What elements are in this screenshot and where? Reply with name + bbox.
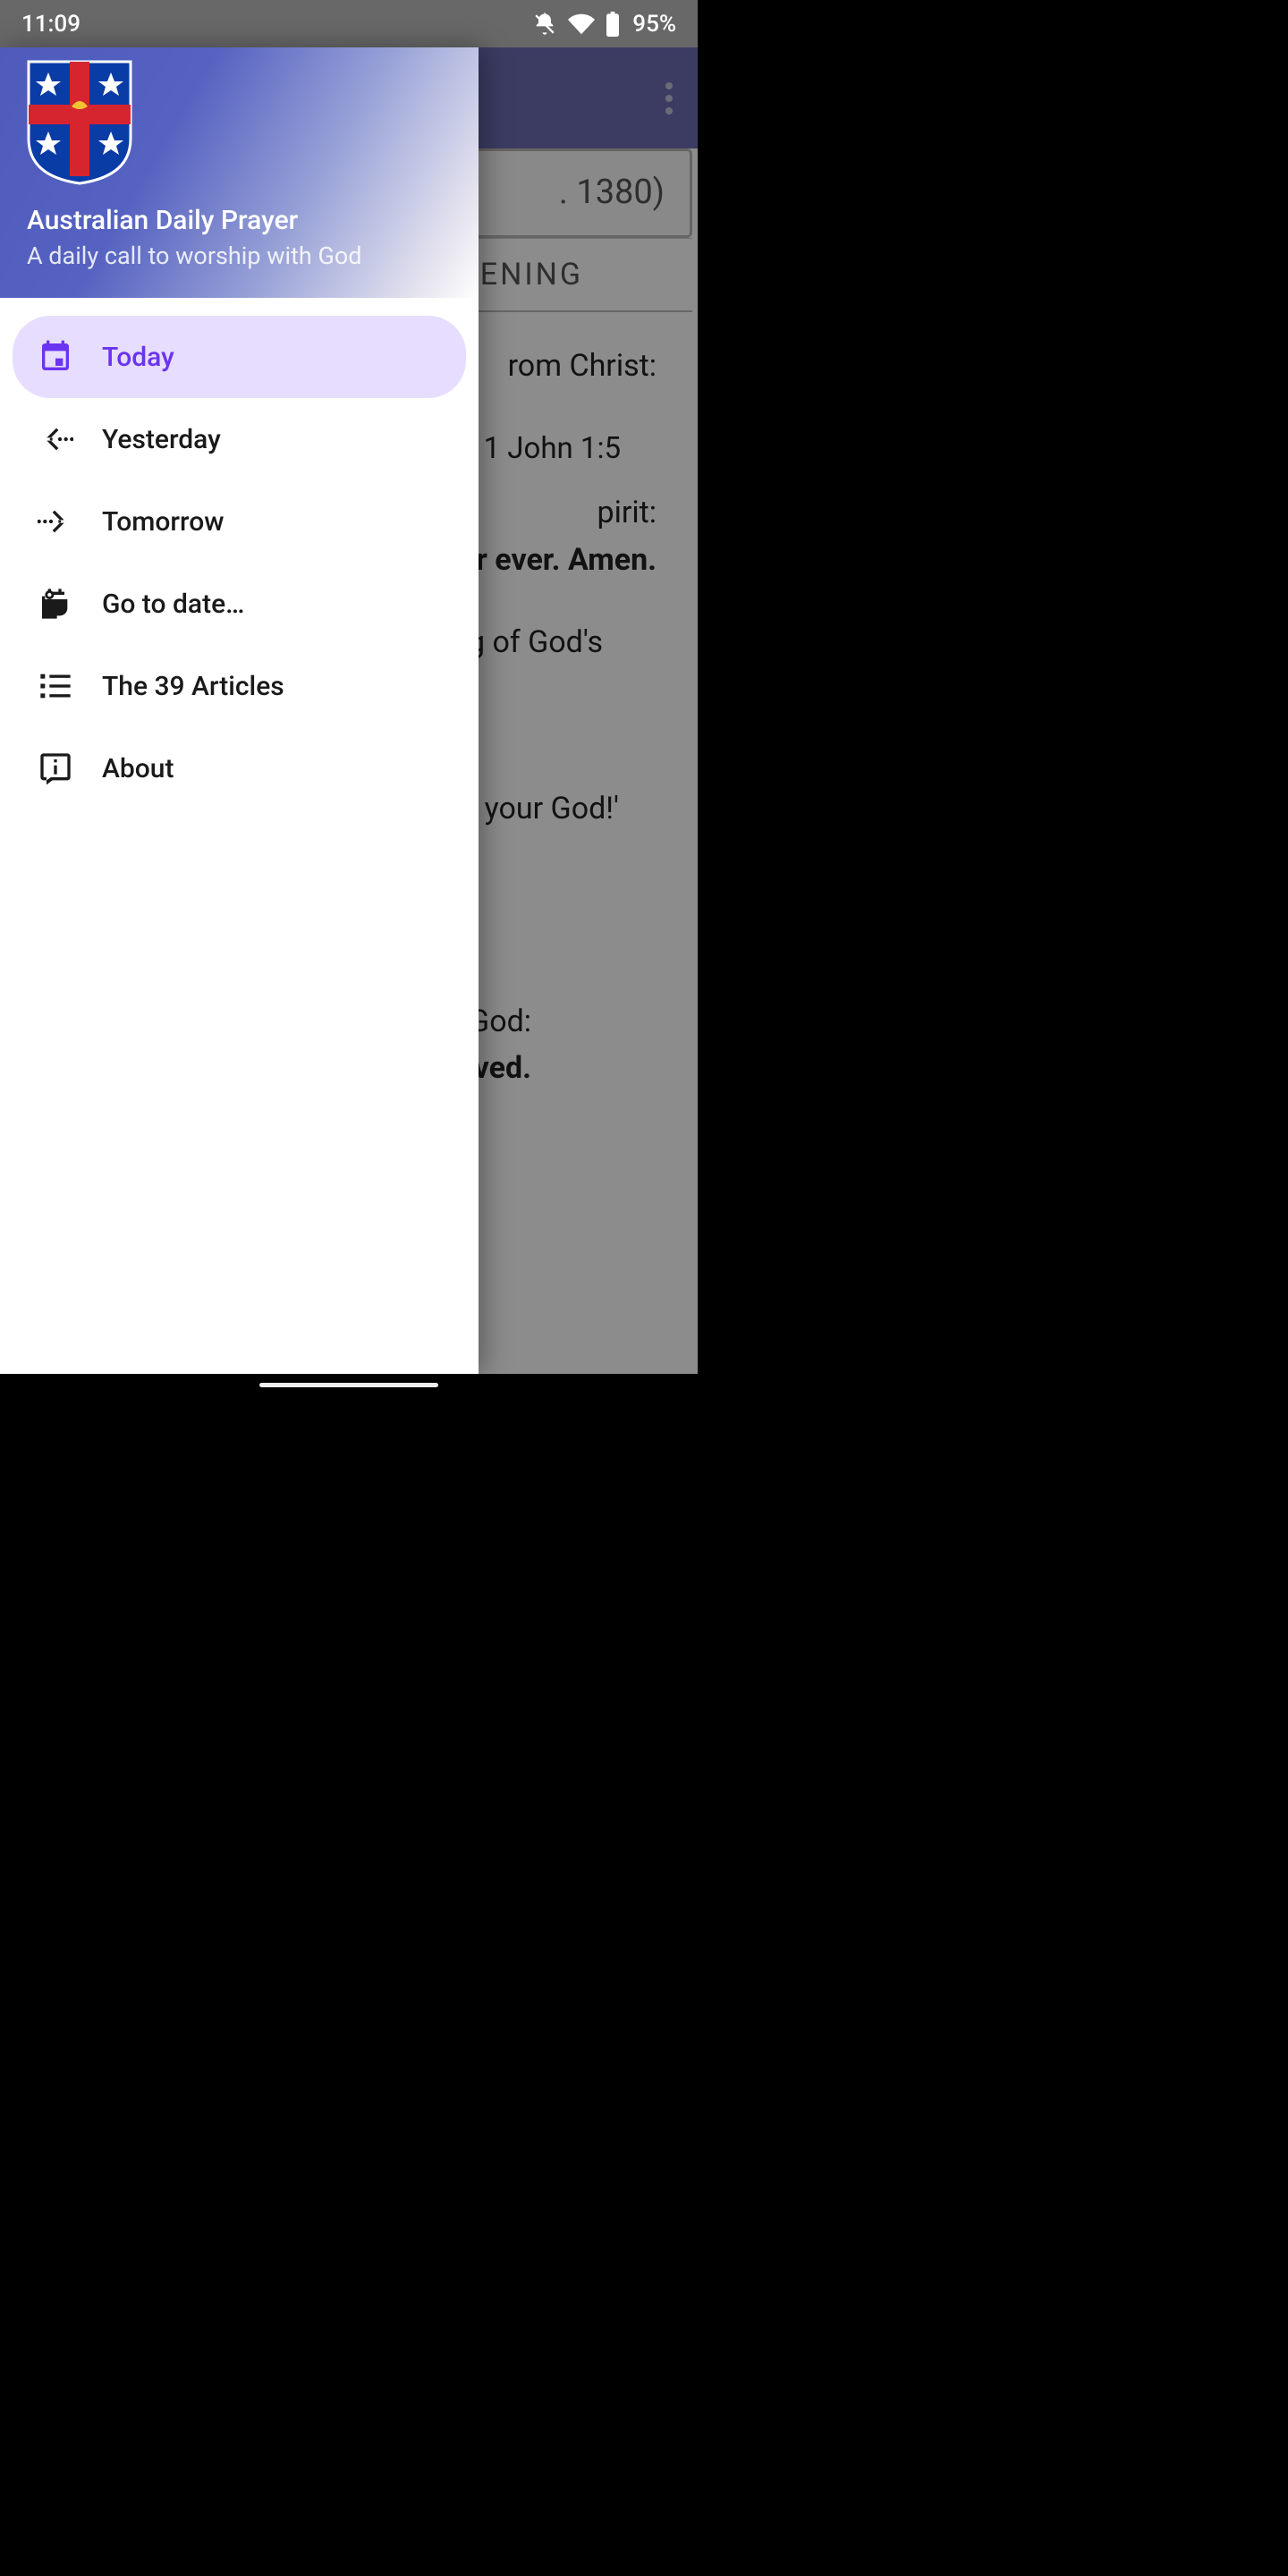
app-logo-icon — [27, 60, 452, 189]
list-icon — [38, 668, 73, 704]
wifi-icon — [568, 11, 595, 38]
bell-off-icon — [532, 12, 557, 37]
nav-item-label: Go to date… — [102, 589, 244, 620]
nav-item-label: About — [102, 753, 174, 784]
status-bar: 11:09 95% — [0, 0, 698, 47]
nav-item-today[interactable]: Today — [13, 316, 466, 398]
calendar-clock-icon — [38, 586, 73, 622]
battery-icon — [606, 12, 620, 37]
status-time: 11:09 — [21, 11, 80, 38]
app-title: Australian Daily Prayer — [27, 205, 452, 236]
nav-item-label: The 39 Articles — [102, 671, 284, 702]
navigation-drawer: Australian Daily Prayer A daily call to … — [0, 47, 479, 1374]
drawer-list: Today Yesterday Tomorrow Go to date… The… — [0, 298, 479, 809]
drawer-header: Australian Daily Prayer A daily call to … — [0, 47, 479, 298]
nav-item-label: Yesterday — [102, 424, 221, 455]
home-indicator[interactable] — [0, 1374, 698, 1395]
info-speech-icon — [38, 750, 73, 786]
nav-item-tomorrow[interactable]: Tomorrow — [13, 480, 466, 563]
status-icons: 95% — [532, 11, 676, 38]
app-subtitle: A daily call to worship with God — [27, 242, 452, 270]
calendar-today-icon — [38, 339, 73, 375]
arrow-left-dotted-icon — [38, 421, 73, 457]
nav-item-yesterday[interactable]: Yesterday — [13, 398, 466, 480]
nav-item-articles[interactable]: The 39 Articles — [13, 645, 466, 727]
arrow-right-dotted-icon — [38, 504, 73, 539]
battery-label: 95% — [632, 11, 676, 38]
nav-item-label: Tomorrow — [102, 506, 225, 538]
nav-item-about[interactable]: About — [13, 727, 466, 809]
nav-item-goto-date[interactable]: Go to date… — [13, 563, 466, 645]
nav-item-label: Today — [102, 342, 174, 373]
